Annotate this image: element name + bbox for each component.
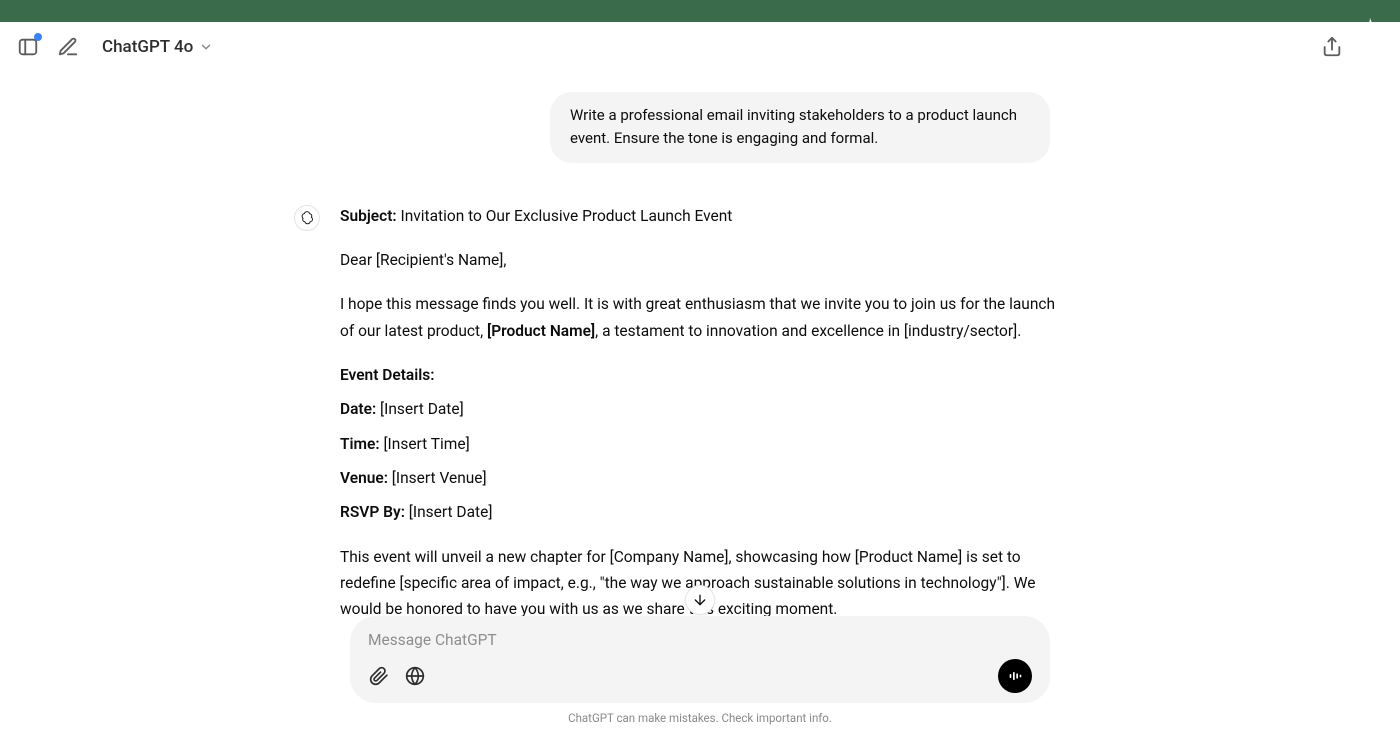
rsvp-label: RSVP By: xyxy=(340,503,405,521)
assistant-avatar xyxy=(294,205,320,231)
browser-theme-bar xyxy=(0,0,1400,22)
model-label: ChatGPT 4o xyxy=(102,37,193,57)
web-search-button[interactable] xyxy=(404,665,426,687)
subject-label: Subject: xyxy=(340,207,397,225)
date-value: [Insert Date] xyxy=(376,400,464,418)
paperclip-icon xyxy=(369,666,389,686)
sidebar-toggle-button[interactable] xyxy=(14,33,42,61)
disclaimer-text: ChatGPT can make mistakes. Check importa… xyxy=(0,711,1400,725)
voice-input-button[interactable] xyxy=(998,659,1032,693)
composer-box xyxy=(350,616,1050,703)
arrow-down-icon xyxy=(692,592,708,608)
user-message-bubble: Write a professional email inviting stak… xyxy=(550,92,1050,163)
composer-area: ChatGPT can make mistakes. Check importa… xyxy=(0,616,1400,733)
scroll-to-bottom-button[interactable] xyxy=(685,585,715,615)
globe-icon xyxy=(405,666,425,686)
new-chat-button[interactable] xyxy=(54,33,82,61)
time-label: Time: xyxy=(340,435,380,453)
rsvp-value: [Insert Date] xyxy=(405,503,493,521)
event-details-heading: Event Details: xyxy=(340,366,434,384)
chevron-down-icon xyxy=(199,40,213,54)
notification-dot xyxy=(34,33,42,41)
app-header: ChatGPT 4o xyxy=(0,22,1400,72)
subject-value: Invitation to Our Exclusive Product Laun… xyxy=(397,207,733,225)
date-label: Date: xyxy=(340,400,376,418)
openai-logo-icon xyxy=(299,210,315,226)
share-button[interactable] xyxy=(1318,33,1346,61)
attach-file-button[interactable] xyxy=(368,665,390,687)
model-selector[interactable]: ChatGPT 4o xyxy=(94,31,221,63)
chat-scroll-area[interactable]: Write a professional email inviting stak… xyxy=(0,72,1400,620)
waveform-icon xyxy=(1007,668,1023,684)
message-input[interactable] xyxy=(368,631,1032,649)
venue-value: [Insert Venue] xyxy=(388,469,487,487)
venue-label: Venue: xyxy=(340,469,388,487)
assistant-message-row: Subject: Invitation to Our Exclusive Pro… xyxy=(340,203,1060,621)
product-name-bold: [Product Name] xyxy=(487,322,595,340)
user-message-row: Write a professional email inviting stak… xyxy=(340,92,1060,163)
time-value: [Insert Time] xyxy=(380,435,470,453)
intro-text-after: , a testament to innovation and excellen… xyxy=(595,322,1021,340)
assistant-message-content: Subject: Invitation to Our Exclusive Pro… xyxy=(340,203,1060,621)
email-greeting: Dear [Recipient's Name], xyxy=(340,247,1060,273)
